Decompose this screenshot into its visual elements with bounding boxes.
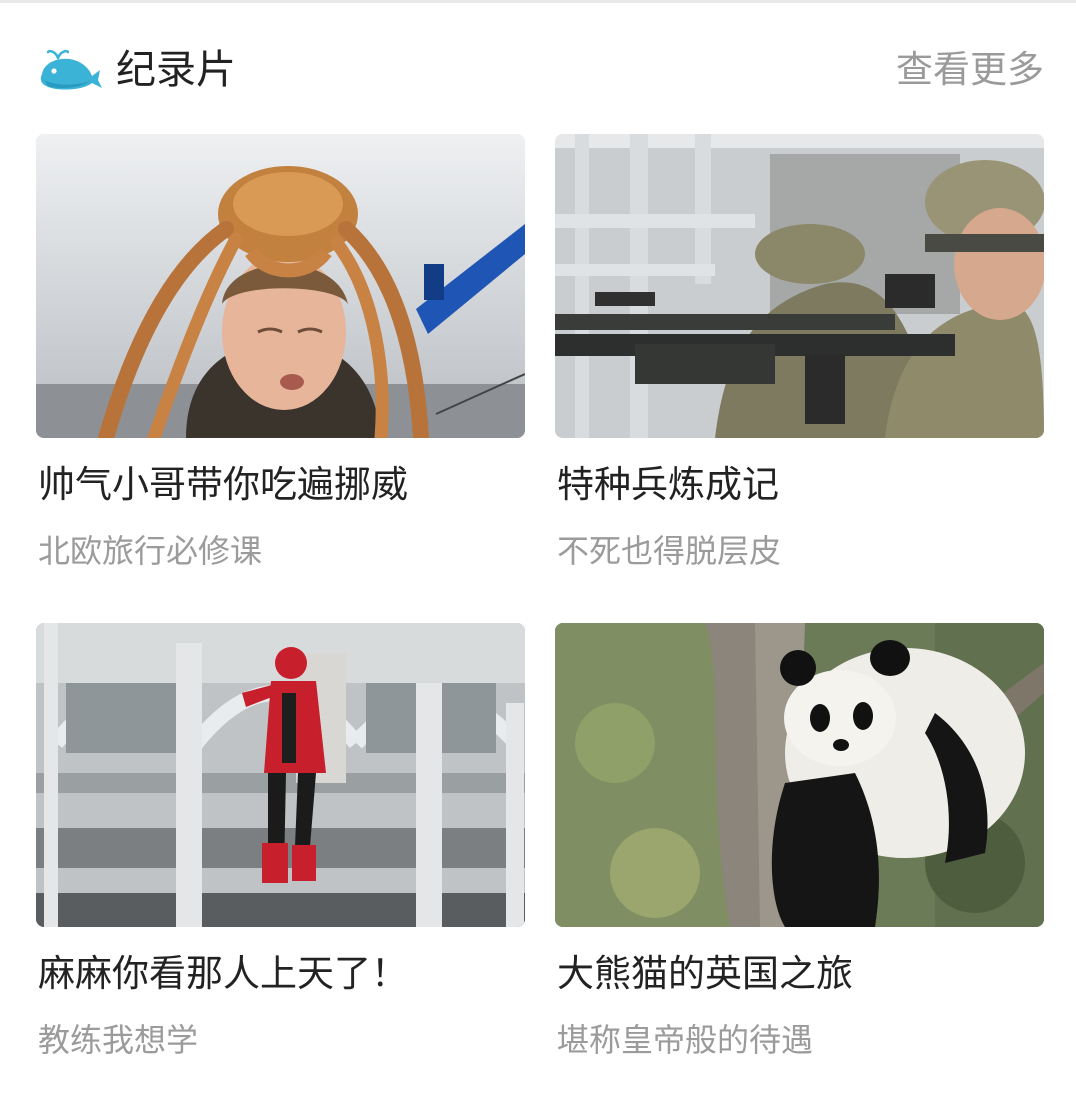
card-subtitle: 不死也得脱层皮 [557,532,782,570]
top-divider [0,0,1076,3]
soldiers-thumbnail[interactable] [555,134,1044,438]
card-title[interactable]: 特种兵炼成记 [557,460,779,510]
see-more-link[interactable]: 查看更多 [896,46,1044,94]
documentary-card[interactable]: 特种兵炼成记 不死也得脱层皮 [555,134,1044,594]
jetpack-thumbnail[interactable] [36,623,525,927]
king-crab-thumbnail[interactable] [36,134,525,438]
card-subtitle: 堪称皇帝般的待遇 [557,1021,814,1059]
documentary-card[interactable]: 麻麻你看那人上天了！ 教练我想学 [36,623,525,1083]
card-title[interactable]: 帅气小哥带你吃遍挪威 [38,460,408,510]
section-header: 纪录片 查看更多 [36,40,1044,100]
card-subtitle: 教练我想学 [38,1021,199,1059]
card-subtitle: 北欧旅行必修课 [38,532,263,570]
card-title[interactable]: 大熊猫的英国之旅 [557,949,853,999]
documentary-card[interactable]: 大熊猫的英国之旅 堪称皇帝般的待遇 [555,623,1044,1083]
documentary-card[interactable]: 帅气小哥带你吃遍挪威 北欧旅行必修课 [36,134,525,594]
card-title[interactable]: 麻麻你看那人上天了！ [38,949,408,999]
panda-thumbnail[interactable] [555,623,1044,927]
section-title: 纪录片 [116,47,236,93]
whale-icon [36,46,102,94]
